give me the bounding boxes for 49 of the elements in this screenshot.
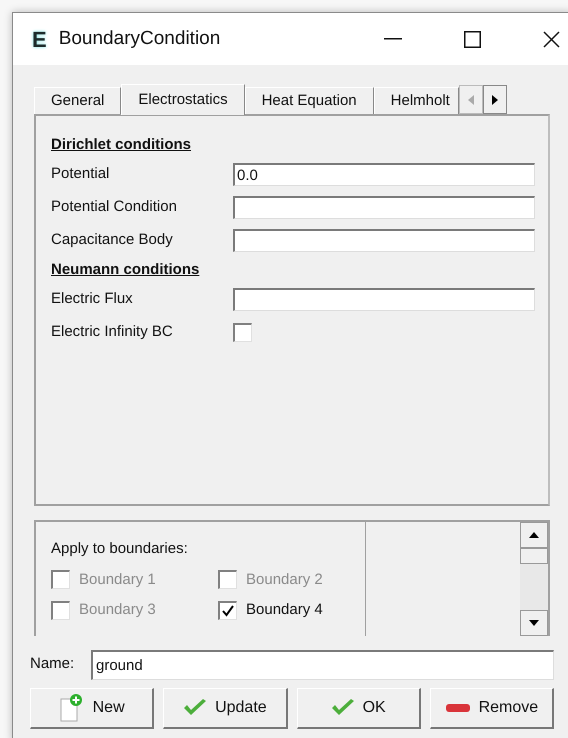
new-document-icon — [58, 693, 85, 723]
input-field[interactable] — [233, 196, 535, 219]
name-field[interactable]: ground — [91, 650, 554, 680]
tab[interactable]: General — [34, 87, 122, 114]
action-button[interactable]: OK — [296, 688, 421, 729]
action-button[interactable]: New — [30, 688, 154, 729]
checkbox[interactable] — [218, 570, 237, 590]
scroll-thumb[interactable] — [520, 548, 548, 564]
tab[interactable]: Electrostatics — [121, 84, 245, 115]
scroll-right-button[interactable] — [482, 85, 507, 114]
right-arrow-icon — [492, 94, 498, 104]
field-label: Capacitance Body — [51, 230, 174, 250]
action-button[interactable]: Remove — [430, 688, 554, 729]
left-arrow-icon — [468, 94, 474, 104]
input-field[interactable] — [233, 229, 535, 252]
boundaries-heading: Apply to boundaries: — [51, 539, 189, 559]
checkbox[interactable] — [51, 570, 70, 590]
scrollbar[interactable] — [520, 522, 548, 636]
section-heading: Dirichlet conditions — [51, 135, 192, 155]
checkmark-icon — [330, 699, 355, 717]
maximize-icon[interactable] — [464, 30, 481, 48]
boundary-label: Boundary 1 — [79, 570, 156, 590]
checkbox[interactable] — [51, 600, 70, 620]
field-label: Electric Infinity BC — [51, 322, 174, 342]
field-label: Potential Condition — [51, 197, 178, 218]
boundary-label: Boundary 3 — [79, 600, 156, 620]
checkbox[interactable] — [233, 323, 252, 342]
window-title: BoundaryCondition — [58, 26, 220, 51]
tab[interactable]: Heat Equation — [244, 87, 374, 114]
input-field[interactable] — [233, 288, 535, 311]
close-icon[interactable] — [543, 30, 560, 48]
field-label: Electric Flux — [51, 289, 134, 310]
up-arrow-icon — [529, 532, 539, 538]
minus-icon — [444, 703, 471, 713]
tab[interactable]: Helmholt — [374, 87, 459, 114]
down-arrow-icon — [529, 620, 539, 626]
field-label: Potential — [51, 164, 110, 184]
app-icon: E — [32, 22, 47, 56]
minimize-icon[interactable] — [384, 38, 402, 40]
boundary-label: Boundary 2 — [246, 570, 323, 590]
section-heading: Neumann conditions — [51, 260, 200, 280]
action-button[interactable]: Update — [163, 688, 288, 729]
name-label: Name: — [30, 654, 76, 674]
input-field[interactable]: 0.0 — [233, 163, 535, 186]
boundary-label: Boundary 4 — [246, 600, 323, 620]
scroll-down-button[interactable] — [520, 610, 548, 636]
checkbox[interactable] — [218, 600, 237, 620]
scroll-up-button[interactable] — [520, 522, 548, 548]
checkmark-icon — [183, 699, 208, 717]
